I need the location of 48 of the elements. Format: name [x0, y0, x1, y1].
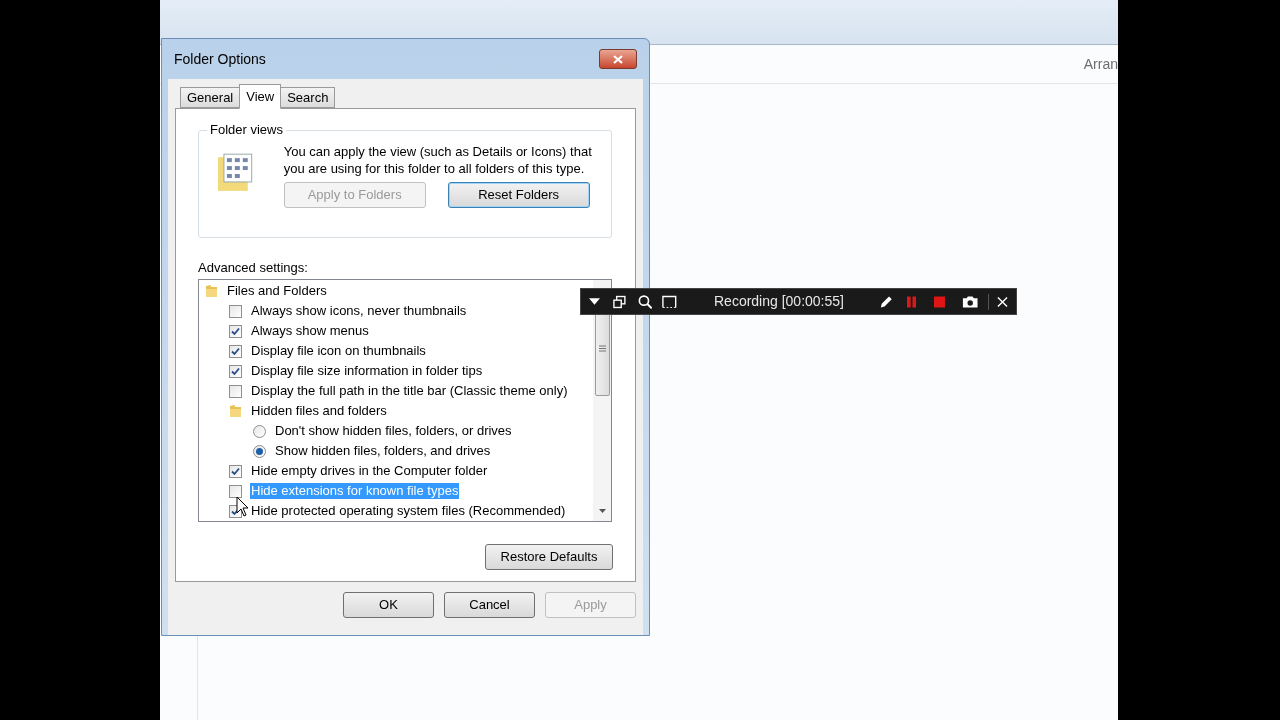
checkbox[interactable]: [229, 304, 242, 318]
setting-label[interactable]: Show hidden files, folders, and drives: [274, 443, 492, 459]
grip-icon: [598, 344, 606, 352]
radio-button[interactable]: [253, 444, 266, 458]
close-icon: [613, 54, 623, 64]
dialog-button[interactable]: OK: [343, 592, 434, 618]
tab[interactable]: Search: [280, 87, 336, 108]
setting-label[interactable]: Hide protected operating system files (Recommended): [250, 503, 567, 519]
folder-icon: [229, 404, 242, 418]
setting-label[interactable]: Don't show hidden files, folders, or drives: [274, 423, 513, 439]
tab[interactable]: View: [239, 84, 282, 109]
settings-list[interactable]: [198, 279, 612, 522]
pause-icon[interactable]: [906, 295, 916, 308]
checkbox[interactable]: [229, 384, 242, 398]
checkmark-icon: [231, 466, 240, 476]
setting-label[interactable]: Always show icons, never thumbnails: [250, 303, 468, 319]
stop-icon[interactable]: [933, 295, 945, 308]
tab[interactable]: General: [180, 87, 241, 108]
window-title: Folder Options: [174, 49, 266, 69]
region-icon[interactable]: [662, 294, 677, 309]
mouse-cursor-icon: [236, 496, 250, 518]
recording-status: Recording [00:00:55]: [714, 292, 844, 311]
setting-label[interactable]: Display the full path in the title bar (Classic theme only): [250, 383, 569, 399]
setting-label[interactable]: Display file size information in folder tips: [250, 363, 484, 379]
setting-label[interactable]: Files and Folders: [226, 283, 328, 299]
windows-icon[interactable]: [612, 294, 626, 309]
setting-label[interactable]: Hide empty drives in the Computer folder: [250, 463, 489, 479]
setting-label[interactable]: Display file icon on thumbnails: [250, 343, 427, 359]
checkbox[interactable]: [229, 464, 242, 478]
setting-label[interactable]: Hidden files and folders: [250, 403, 388, 419]
checkbox[interactable]: [229, 484, 242, 498]
setting-label[interactable]: Always show menus: [250, 323, 370, 339]
close-button[interactable]: [599, 49, 637, 69]
checkbox[interactable]: [229, 324, 242, 338]
search-icon[interactable]: [637, 293, 653, 310]
close-icon[interactable]: [997, 295, 1008, 308]
dialog-button[interactable]: Reset Folders: [447, 182, 590, 208]
dropdown-icon[interactable]: [589, 297, 600, 306]
radio-button[interactable]: [253, 424, 266, 438]
camera-icon[interactable]: [961, 294, 979, 309]
dialog-button[interactable]: Cancel: [444, 592, 535, 618]
description-text: You can apply the view (such as Details or Icons) that you are using for this folder to all folders of this type.: [283, 143, 593, 177]
advanced-settings-label: Advanced settings:: [198, 260, 309, 276]
arrange-label: Arran: [1083, 54, 1118, 74]
dialog-button[interactable]: Restore Defaults: [485, 544, 613, 570]
checkbox[interactable]: [229, 364, 242, 378]
checkbox[interactable]: [229, 344, 242, 358]
folder-icon: [205, 284, 218, 298]
